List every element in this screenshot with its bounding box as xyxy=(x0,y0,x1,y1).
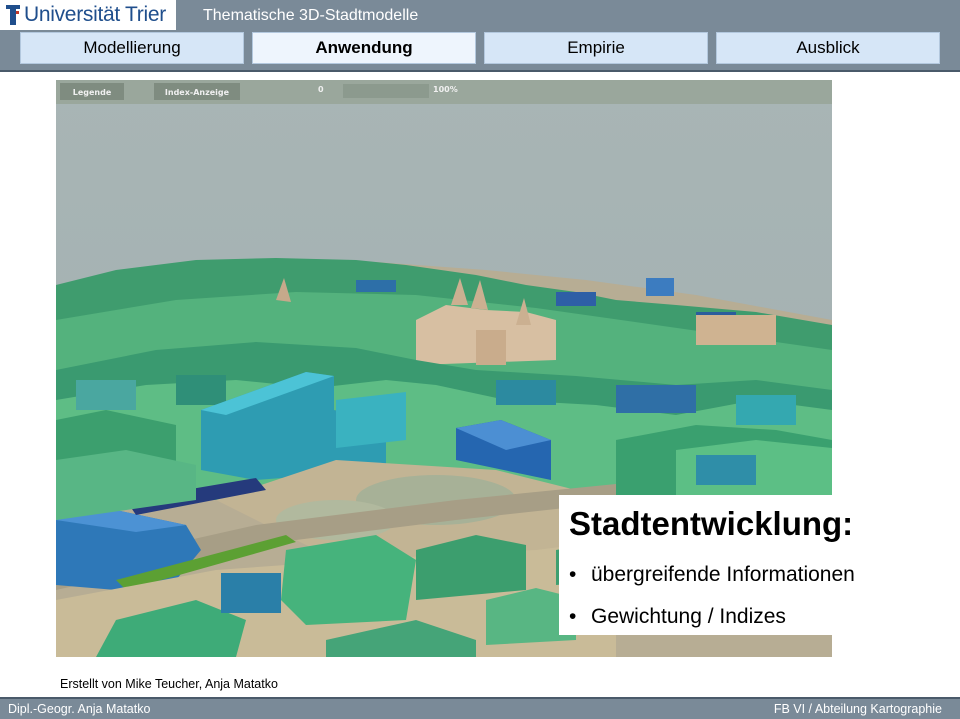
university-logo[interactable]: Universität Trier xyxy=(0,0,176,30)
logo-text: Universität Trier xyxy=(24,3,166,26)
callout-title: Stadtentwicklung: xyxy=(569,505,854,542)
callout-bullet: • Gewichtung / Indizes xyxy=(569,605,786,628)
legend-button[interactable]: Legende xyxy=(60,83,124,100)
index-scale-bar[interactable] xyxy=(343,84,429,98)
university-logo-icon xyxy=(6,5,20,25)
footer-department: FB VI / Abteilung Kartographie xyxy=(773,702,942,716)
topic-callout: Stadtentwicklung: • übergreifende Informa… xyxy=(559,495,855,635)
tab-empirie[interactable]: Empirie xyxy=(484,32,708,64)
header-bar: Universität Trier Thematische 3D-Stadtmo… xyxy=(0,0,960,70)
callout-bullet-text: Gewichtung / Indizes xyxy=(591,605,786,628)
scale-max-label: 100% xyxy=(433,85,458,94)
tab-ausblick[interactable]: Ausblick xyxy=(716,32,940,64)
index-button-label: Index-Anzeige xyxy=(165,88,230,97)
header-divider xyxy=(0,70,960,72)
index-button[interactable]: Index-Anzeige xyxy=(154,83,240,100)
tab-anwendung[interactable]: Anwendung xyxy=(252,32,476,64)
callout-bullet-text: übergreifende Informationen xyxy=(591,563,855,586)
image-credit: Erstellt von Mike Teucher, Anja Matatko xyxy=(60,677,278,691)
presentation-title: Thematische 3D-Stadtmodelle xyxy=(203,7,419,24)
legend-button-label: Legende xyxy=(73,88,112,97)
scale-min-label: 0 xyxy=(318,85,324,94)
footer-bar: Dipl.-Geogr. Anja Matatko FB VI / Abteil… xyxy=(0,697,960,719)
callout-bullet: • übergreifende Informationen xyxy=(569,563,855,586)
footer-author: Dipl.-Geogr. Anja Matatko xyxy=(8,702,151,716)
tab-modellierung[interactable]: Modellierung xyxy=(20,32,244,64)
